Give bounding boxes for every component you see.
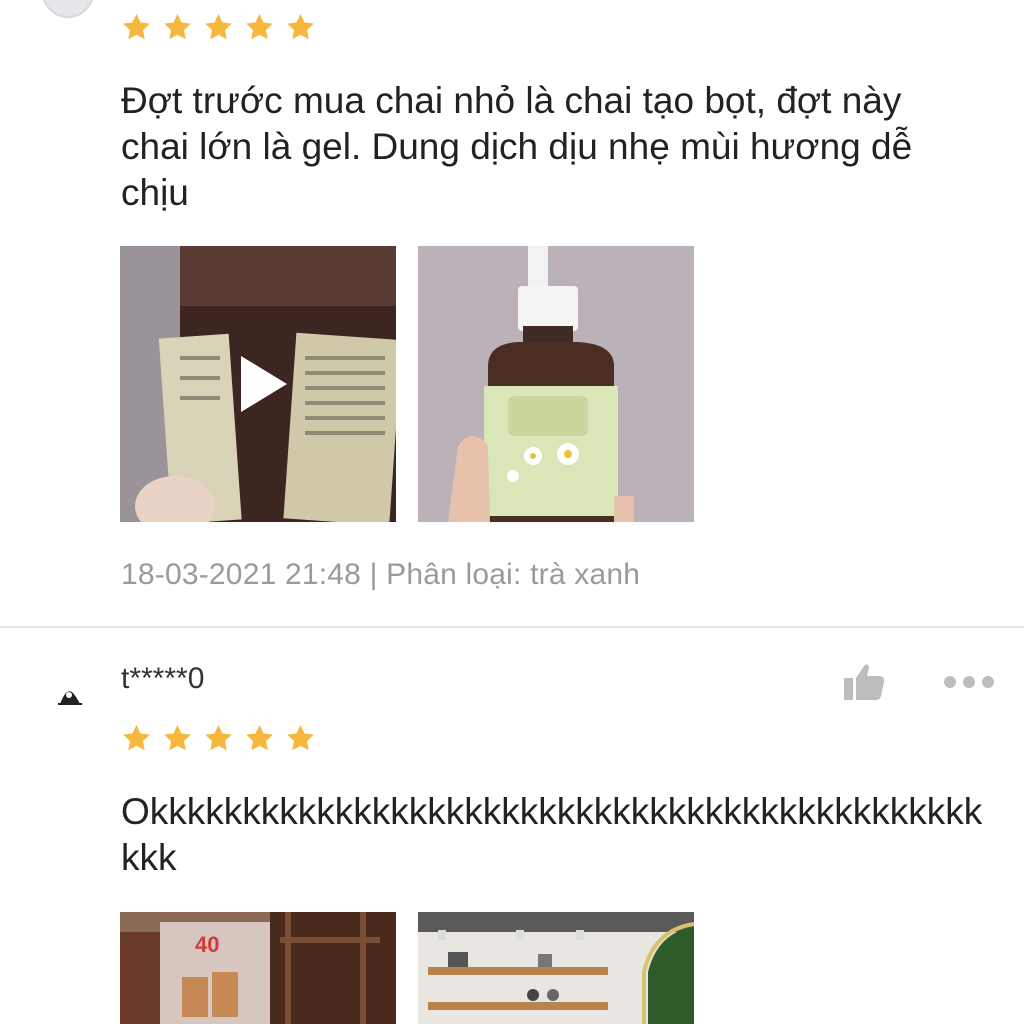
star-icon: [203, 12, 234, 43]
divider: [0, 626, 1024, 628]
avatar[interactable]: [56, 684, 84, 708]
rating-stars: [121, 723, 316, 754]
review-video-thumbnail[interactable]: [120, 246, 396, 522]
play-icon[interactable]: [237, 352, 291, 416]
star-icon: [244, 723, 275, 754]
review-photo[interactable]: 40: [120, 912, 396, 1024]
star-icon: [244, 12, 275, 43]
reviewer-name[interactable]: t*****0: [121, 662, 204, 696]
rating-stars: [121, 12, 316, 43]
avatar[interactable]: [42, 0, 94, 18]
star-icon: [285, 723, 316, 754]
thumbs-up-icon: [844, 664, 885, 700]
review-text: Đợt trước mua chai nhỏ là chai tạo bọt, …: [121, 80, 913, 213]
star-icon: [203, 723, 234, 754]
svg-text:40: 40: [195, 932, 219, 957]
like-button[interactable]: [842, 662, 886, 702]
more-options-button[interactable]: [944, 672, 994, 692]
star-icon: [162, 723, 193, 754]
star-icon: [121, 723, 152, 754]
review-text: Okkkkkkkkkkkkkkkkkkkkkkkkkkkkkkkkkkkkkkk…: [121, 791, 983, 878]
review-meta: 18-03-2021 21:48 | Phân loại: trà xanh: [121, 558, 641, 591]
star-icon: [285, 12, 316, 43]
more-dots-icon: [944, 676, 956, 688]
review-photo[interactable]: [418, 246, 694, 522]
star-icon: [162, 12, 193, 43]
star-icon: [121, 12, 152, 43]
review-photo[interactable]: [418, 912, 694, 1024]
